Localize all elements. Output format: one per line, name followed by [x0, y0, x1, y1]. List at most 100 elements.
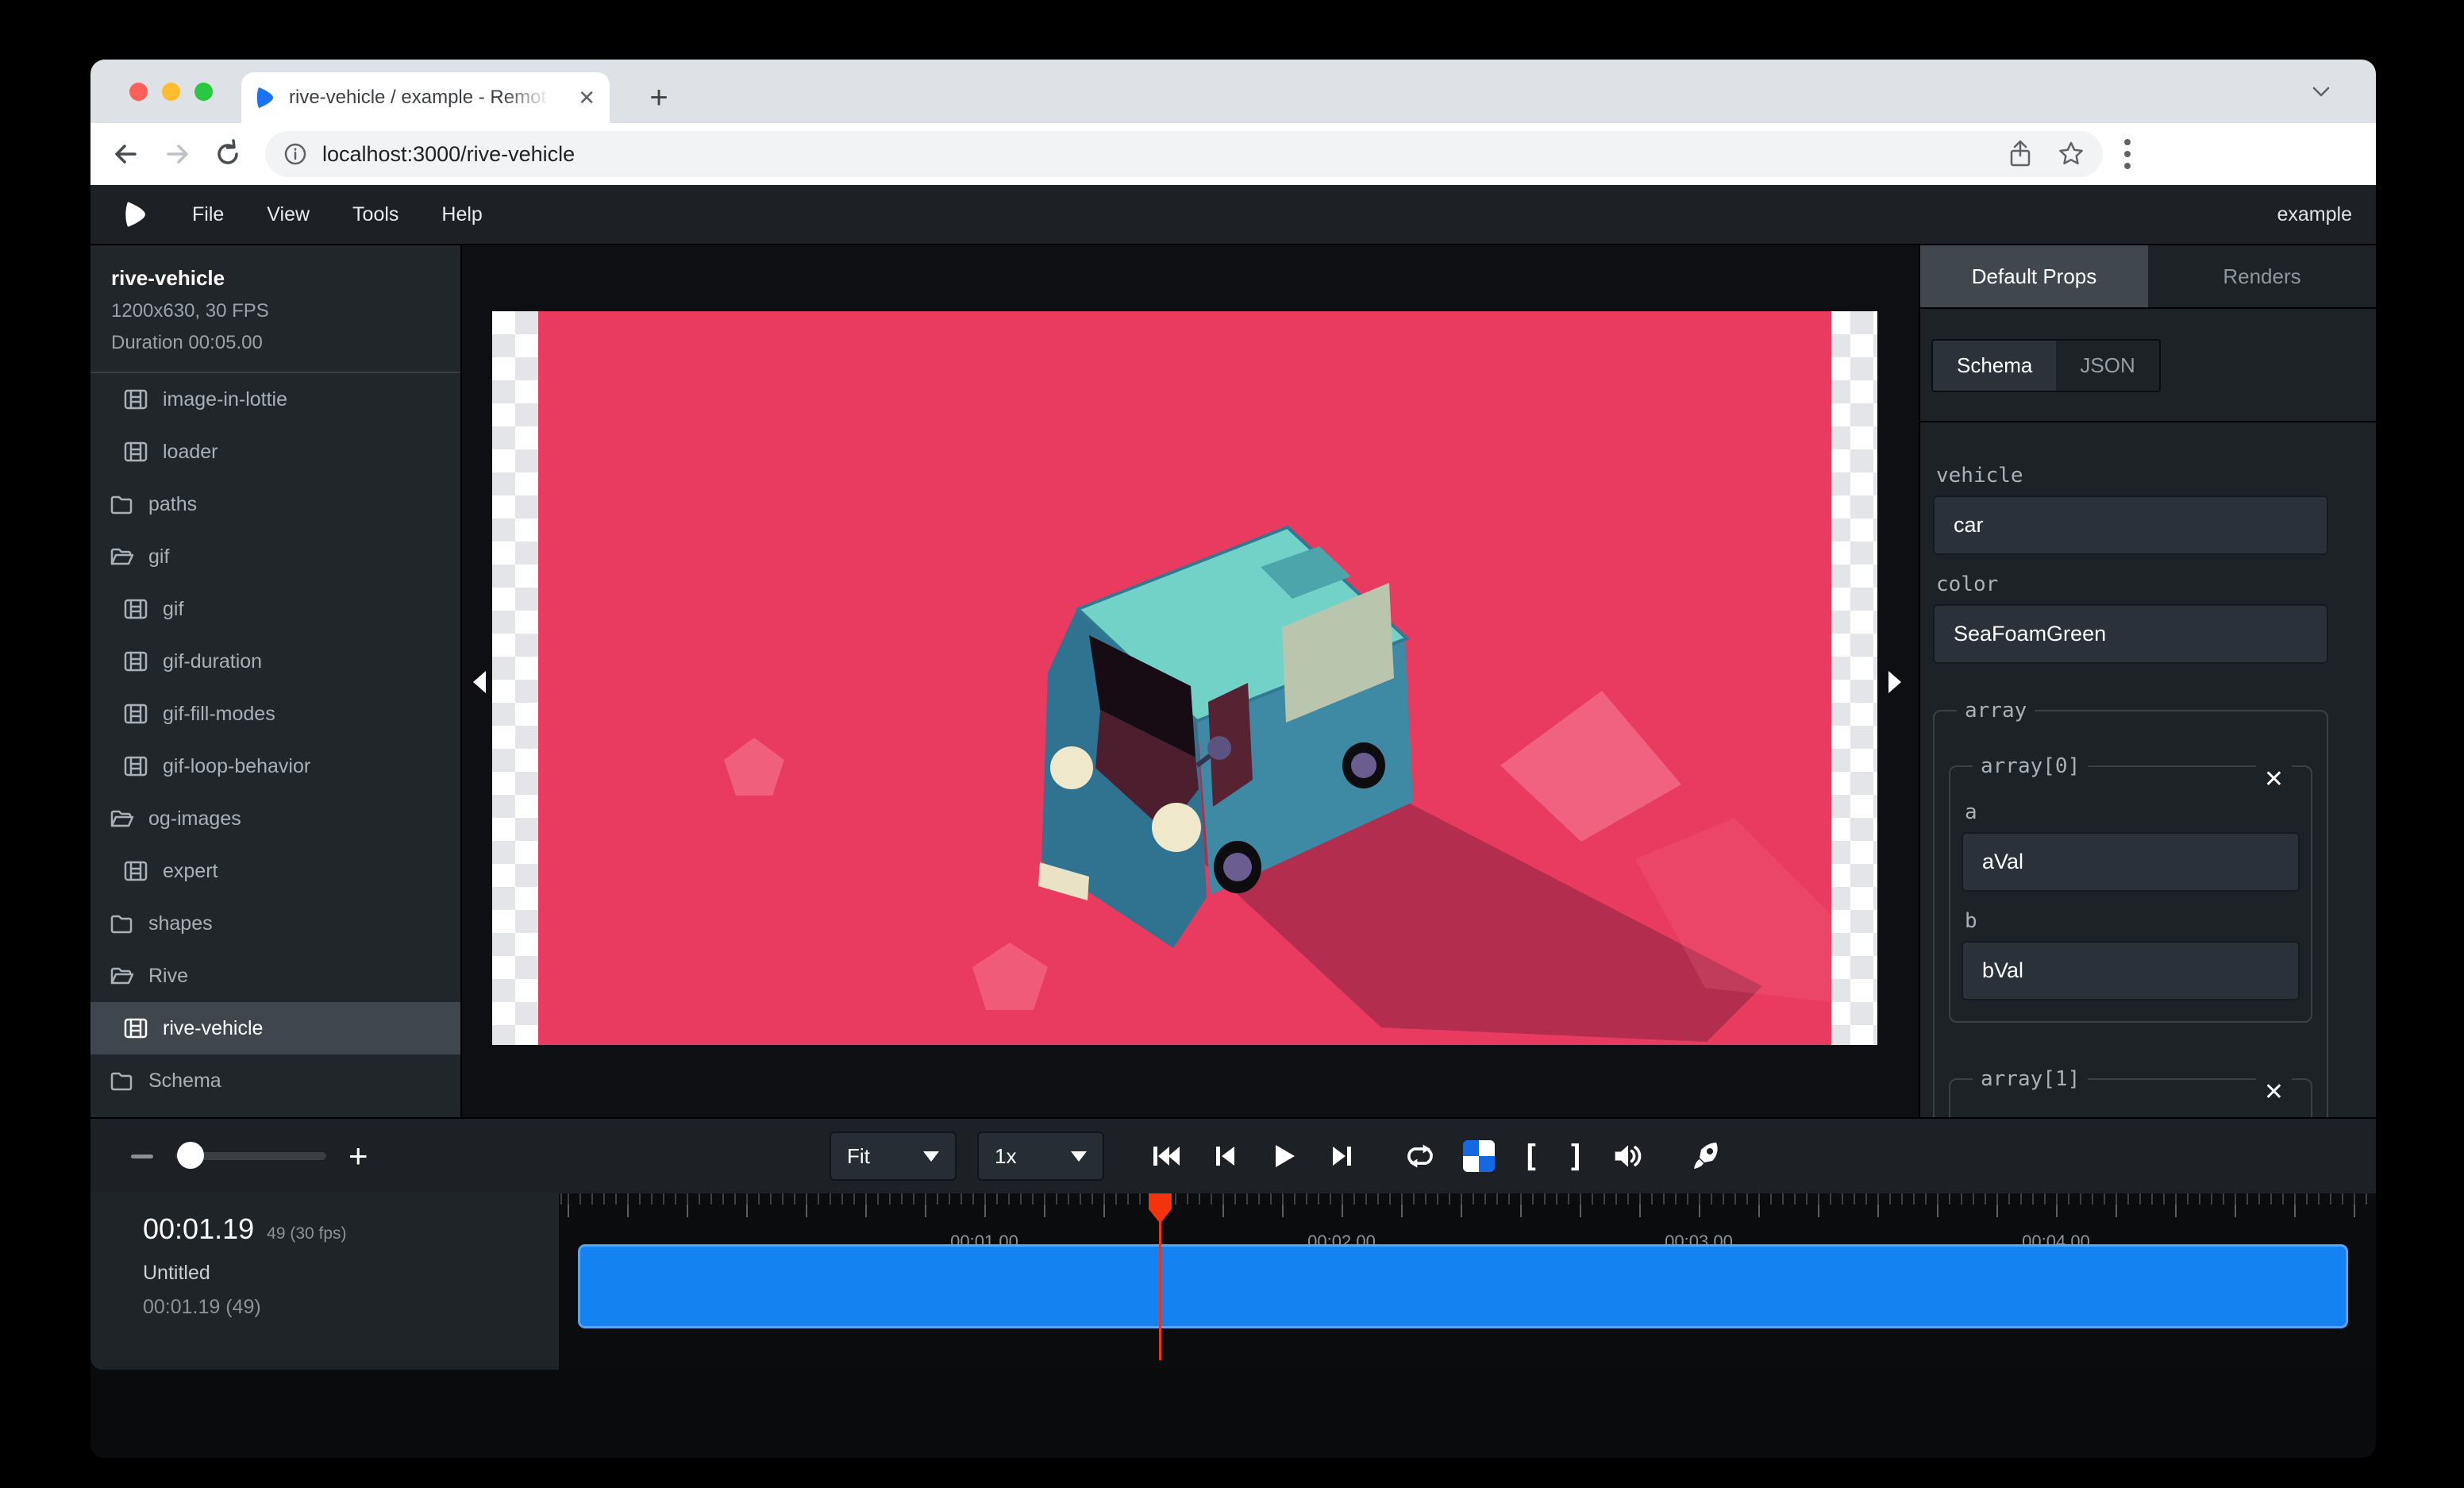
- render-rocket-icon[interactable]: [1690, 1140, 1722, 1172]
- timeline: 00:01.19 49 (30 fps) Untitled 00:01.19 (…: [90, 1193, 2376, 1370]
- back-icon[interactable]: [108, 136, 144, 172]
- project-info: rive-vehicle 1200x630, 30 FPS Duration 0…: [90, 245, 460, 373]
- zoom-slider-thumb[interactable]: [177, 1142, 204, 1169]
- collapse-left-panel-icon[interactable]: [473, 671, 486, 693]
- sidebar-item-label: gif-duration: [163, 650, 262, 673]
- sidebar-folder-shapes[interactable]: shapes: [90, 897, 460, 950]
- address-bar[interactable]: localhost:3000/rive-vehicle: [265, 131, 2103, 177]
- playhead-handle[interactable]: [1149, 1193, 1172, 1224]
- bookmark-star-icon[interactable]: [2057, 140, 2085, 168]
- window-bottom-strip: [90, 1370, 2376, 1458]
- sidebar-item-rive-vehicle[interactable]: rive-vehicle: [90, 1002, 460, 1054]
- previous-frame-icon[interactable]: [1209, 1140, 1241, 1172]
- folder-icon: [109, 492, 134, 517]
- fit-dropdown-value: Fit: [847, 1144, 870, 1169]
- toggle-schema[interactable]: Schema: [1933, 341, 2056, 391]
- menu-view[interactable]: View: [267, 203, 310, 226]
- site-info-icon[interactable]: [283, 141, 308, 167]
- chevron-down-icon[interactable]: [2308, 82, 2335, 101]
- tab-default-props[interactable]: Default Props: [1920, 245, 2148, 307]
- sidebar-item-gif-duration[interactable]: gif-duration: [90, 635, 460, 688]
- menu-help[interactable]: Help: [441, 203, 482, 226]
- sidebar-folder-paths[interactable]: paths: [90, 478, 460, 530]
- tab-strip: rive-vehicle / example - Remot ✕ +: [90, 60, 2376, 123]
- fit-dropdown[interactable]: Fit: [830, 1131, 957, 1181]
- folder-open-icon: [109, 963, 134, 989]
- sidebar-folder-og-images[interactable]: og-images: [90, 792, 460, 845]
- array-item-0-label: array[0]: [1973, 754, 2088, 778]
- remove-array-item-0-icon[interactable]: ✕: [2256, 765, 2292, 793]
- sidebar-item-label: gif-fill-modes: [163, 703, 275, 726]
- remove-array-item-1-icon[interactable]: ✕: [2256, 1078, 2292, 1106]
- tab-title-fade: [503, 87, 551, 109]
- sidebar-item-label: image-in-lottie: [163, 388, 287, 411]
- project-duration: Duration 00:05.00: [111, 332, 460, 354]
- vehicle-input[interactable]: car: [1933, 495, 2328, 555]
- array-0-a-input[interactable]: aVal: [1962, 832, 2300, 892]
- browser-menu-icon[interactable]: [2123, 137, 2131, 171]
- minimize-window-button[interactable]: [162, 83, 180, 101]
- sidebar-folder-rive[interactable]: Rive: [90, 950, 460, 1002]
- film-icon: [123, 701, 148, 727]
- color-input[interactable]: SeaFoamGreen: [1933, 604, 2328, 664]
- menu-file[interactable]: File: [192, 203, 224, 226]
- url-text[interactable]: localhost:3000/rive-vehicle: [322, 142, 2008, 167]
- sidebar-item-gif[interactable]: gif: [90, 583, 460, 635]
- sidebar-folder-schema[interactable]: Schema: [90, 1054, 460, 1107]
- timeline-tracks-area[interactable]: 00:01.00 00:02.00 00:03.00 00:04.00: [559, 1193, 2376, 1370]
- tab-close-icon[interactable]: ✕: [578, 87, 595, 108]
- jump-to-start-icon[interactable]: [1150, 1140, 1182, 1172]
- speed-dropdown-value: 1x: [995, 1144, 1016, 1169]
- array-0-b-input[interactable]: bVal: [1962, 941, 2300, 1000]
- film-icon: [123, 439, 148, 465]
- array-group: array array[0] ✕ a aVal b bVal: [1933, 699, 2328, 1117]
- sidebar-item-image-in-lottie[interactable]: image-in-lottie: [90, 373, 460, 426]
- zoom-out-icon[interactable]: [131, 1155, 153, 1158]
- forward-icon[interactable]: [159, 136, 195, 172]
- remotion-logo-icon[interactable]: [124, 201, 149, 228]
- sidebar-item-expert[interactable]: expert: [90, 845, 460, 897]
- sidebar-item-loader[interactable]: loader: [90, 426, 460, 478]
- toggle-json[interactable]: JSON: [2056, 341, 2158, 391]
- jump-to-end-icon[interactable]: [1326, 1140, 1358, 1172]
- sidebar-folder-gif[interactable]: gif: [90, 530, 460, 583]
- array-item-0: array[0] ✕ a aVal b bVal: [1949, 754, 2312, 1023]
- transparency-checkerboard-toggle[interactable]: [1463, 1140, 1495, 1172]
- out-point-bracket-icon[interactable]: ]: [1567, 1139, 1585, 1174]
- menu-tools[interactable]: Tools: [352, 203, 398, 226]
- track-duration: 00:01.19 (49): [143, 1296, 559, 1319]
- zoom-window-button[interactable]: [194, 83, 213, 101]
- compositions-sidebar: rive-vehicle 1200x630, 30 FPS Duration 0…: [90, 245, 462, 1117]
- sidebar-item-label: gif-loop-behavior: [163, 755, 310, 778]
- rive-vehicle-animation: [492, 311, 1877, 1045]
- timeline-track-bar[interactable]: [578, 1244, 2348, 1328]
- project-resolution: 1200x630, 30 FPS: [111, 300, 460, 322]
- caret-down-icon: [1071, 1151, 1087, 1162]
- window-controls[interactable]: [129, 83, 213, 101]
- tab-renders[interactable]: Renders: [2148, 245, 2376, 307]
- sidebar-item-label: gif: [163, 598, 183, 621]
- reload-icon[interactable]: [210, 136, 246, 172]
- caret-down-icon: [923, 1151, 939, 1162]
- play-icon[interactable]: [1268, 1140, 1299, 1172]
- browser-tab[interactable]: rive-vehicle / example - Remot ✕: [241, 72, 610, 123]
- share-icon[interactable]: [2008, 140, 2033, 168]
- in-point-bracket-icon[interactable]: [: [1522, 1139, 1540, 1174]
- sidebar-item-label: rive-vehicle: [163, 1017, 263, 1040]
- sidebar-item-gif-fill-modes[interactable]: gif-fill-modes: [90, 688, 460, 740]
- loop-icon[interactable]: [1404, 1140, 1436, 1172]
- browser-toolbar: localhost:3000/rive-vehicle: [90, 123, 2376, 185]
- folder-open-icon: [109, 544, 134, 569]
- collapse-right-panel-icon[interactable]: [1888, 671, 1901, 693]
- volume-icon[interactable]: [1612, 1140, 1644, 1172]
- schema-json-toggle: Schema JSON: [1931, 339, 2161, 392]
- zoom-slider[interactable]: [175, 1152, 326, 1160]
- speed-dropdown[interactable]: 1x: [977, 1131, 1104, 1181]
- close-window-button[interactable]: [129, 83, 148, 101]
- timeline-info-panel: 00:01.19 49 (30 fps) Untitled 00:01.19 (…: [90, 1193, 559, 1370]
- sidebar-item-gif-loop-behavior[interactable]: gif-loop-behavior: [90, 740, 460, 792]
- new-tab-button[interactable]: +: [638, 77, 680, 118]
- ruler-minor-ticks: [559, 1193, 2376, 1205]
- menu-right-label: example: [2277, 203, 2353, 226]
- canvas-zoom-control: +: [131, 1119, 368, 1193]
